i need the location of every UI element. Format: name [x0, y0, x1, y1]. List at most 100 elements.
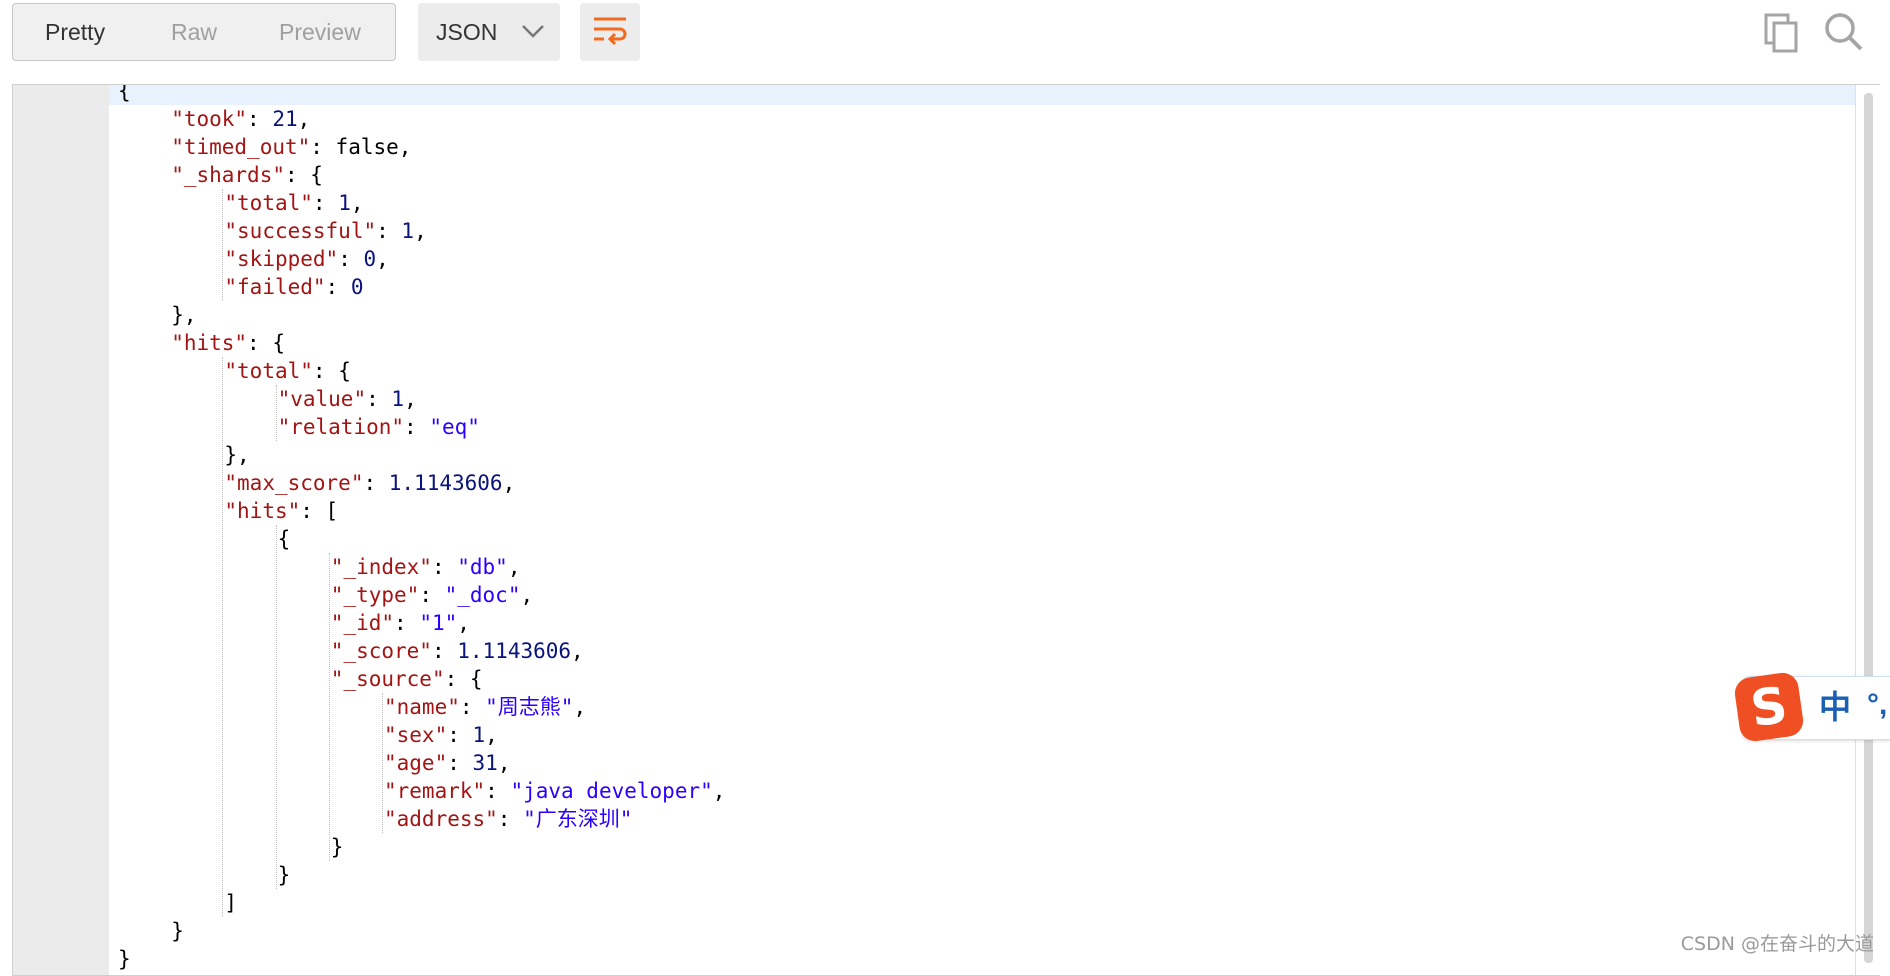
code-area[interactable]: 1{2"took": 21,3"timed_out": false,4"_sha… [109, 85, 1856, 975]
code-token: "hits" [171, 331, 248, 355]
wrap-lines-button[interactable] [580, 3, 640, 61]
code-line[interactable]: 19"_type": "_doc", [109, 581, 1856, 609]
code-token: "_shards" [171, 163, 285, 187]
code-token: : [497, 807, 524, 831]
code-token: "_source" [330, 667, 445, 691]
indent-guide [222, 189, 224, 301]
code-line[interactable]: 25"age": 31, [109, 749, 1856, 777]
code-text: "max_score": 1.1143606, [224, 469, 515, 497]
copy-button[interactable] [1760, 10, 1804, 54]
code-line[interactable]: 28} [109, 833, 1856, 861]
ime-language-mode[interactable]: 中 [1819, 689, 1851, 725]
code-token: , [712, 779, 726, 803]
code-token: : { [247, 331, 285, 355]
code-text: "age": 31, [384, 749, 510, 777]
code-line[interactable]: 24"sex": 1, [109, 721, 1856, 749]
code-token: , [507, 555, 521, 579]
code-line[interactable]: 15"max_score": 1.1143606, [109, 469, 1856, 497]
code-line[interactable]: 26"remark": "java developer", [109, 777, 1856, 805]
code-text: "failed": 0 [224, 273, 363, 301]
code-line[interactable]: 16"hits": [ [109, 497, 1856, 525]
code-line[interactable]: 20"_id": "1", [109, 609, 1856, 637]
code-token: "_index" [330, 555, 432, 579]
code-line[interactable]: 8"failed": 0 [109, 273, 1856, 301]
scrollbar-thumb[interactable] [1864, 93, 1873, 963]
code-line[interactable]: 31} [109, 917, 1856, 945]
code-token: : [431, 639, 458, 663]
code-token: : [419, 583, 445, 607]
code-line[interactable]: 27"address": "广东深圳" [109, 805, 1856, 833]
code-token: } [171, 919, 184, 943]
code-token: : [338, 247, 364, 271]
code-token: "address" [384, 807, 498, 831]
search-button[interactable] [1822, 10, 1866, 54]
format-select[interactable]: JSON [418, 3, 560, 61]
code-line[interactable]: 9}, [109, 301, 1856, 329]
code-text: "name": "周志熊", [384, 693, 586, 721]
code-line[interactable]: 7"skipped": 0, [109, 245, 1856, 273]
code-token: : [485, 779, 511, 803]
ime-toolbar[interactable]: S 中 °, [1732, 670, 1890, 744]
code-line[interactable]: 11"total": { [109, 357, 1856, 385]
code-token: , [502, 471, 516, 495]
code-line[interactable]: 13"relation": "eq" [109, 413, 1856, 441]
code-token: "successful" [224, 219, 377, 243]
code-text: "_source": { [331, 665, 483, 693]
tab-pretty[interactable]: Pretty [45, 4, 105, 60]
code-text: { [278, 525, 291, 553]
code-token: : [312, 191, 339, 215]
code-text: "sex": 1, [384, 721, 498, 749]
ime-logo-icon[interactable]: S [1732, 670, 1806, 744]
code-token: , [573, 695, 587, 719]
code-line[interactable]: 30] [109, 889, 1856, 917]
code-token: , [485, 723, 498, 747]
code-token: { [118, 85, 131, 103]
code-token: 1 [338, 191, 351, 215]
search-icon [1825, 13, 1863, 51]
vertical-scrollbar[interactable] [1855, 85, 1880, 975]
code-text: "_id": "1", [331, 609, 470, 637]
code-token: , [571, 639, 584, 663]
code-line[interactable]: 4"_shards": { [109, 161, 1856, 189]
code-token: , [376, 247, 389, 271]
ime-punctuation-mode[interactable]: °, [1867, 687, 1887, 723]
code-token: : { [284, 163, 323, 187]
code-text: "total": 1, [224, 189, 363, 217]
wrap-lines-icon [594, 17, 627, 46]
code-text: "value": 1, [278, 385, 417, 413]
code-text: "address": "广东深圳" [384, 805, 632, 833]
code-token: 0 [350, 275, 364, 299]
tab-preview[interactable]: Preview [279, 4, 361, 60]
code-token: } [330, 835, 344, 859]
code-line[interactable]: 22"_source": { [109, 665, 1856, 693]
indent-guide [275, 385, 277, 441]
code-line[interactable]: 5"total": 1, [109, 189, 1856, 217]
code-token: } [277, 863, 291, 887]
code-line[interactable]: 3"timed_out": false, [109, 133, 1856, 161]
code-token: "age" [384, 751, 448, 775]
code-line[interactable]: 6"successful": 1, [109, 217, 1856, 245]
response-body-editor[interactable]: 1{2"took": 21,3"timed_out": false,4"_sha… [12, 84, 1880, 976]
code-line[interactable]: 29} [109, 861, 1856, 889]
code-line[interactable]: 14}, [109, 441, 1856, 469]
code-token: }, [171, 303, 197, 327]
copy-icon [1764, 13, 1798, 53]
code-line[interactable]: 21"_score": 1.1143606, [109, 637, 1856, 665]
code-token: : [ [300, 499, 339, 523]
code-token: , [497, 751, 511, 775]
code-line[interactable]: 18"_index": "db", [109, 553, 1856, 581]
code-line[interactable]: 2"took": 21, [109, 105, 1856, 133]
code-text: "_index": "db", [331, 553, 521, 581]
code-text: { [118, 85, 131, 105]
code-token: { [277, 527, 291, 551]
code-line[interactable]: 32} [109, 945, 1856, 973]
code-line[interactable]: 10"hits": { [109, 329, 1856, 357]
code-line[interactable]: 23"name": "周志熊", [109, 693, 1856, 721]
code-text: "remark": "java developer", [384, 777, 725, 805]
code-line[interactable]: 12"value": 1, [109, 385, 1856, 413]
tab-raw[interactable]: Raw [171, 4, 217, 60]
code-token: "skipped" [224, 247, 339, 271]
indent-guide [328, 553, 330, 861]
code-line[interactable]: 1{ [109, 85, 1856, 105]
code-line[interactable]: 17{ [109, 525, 1856, 553]
